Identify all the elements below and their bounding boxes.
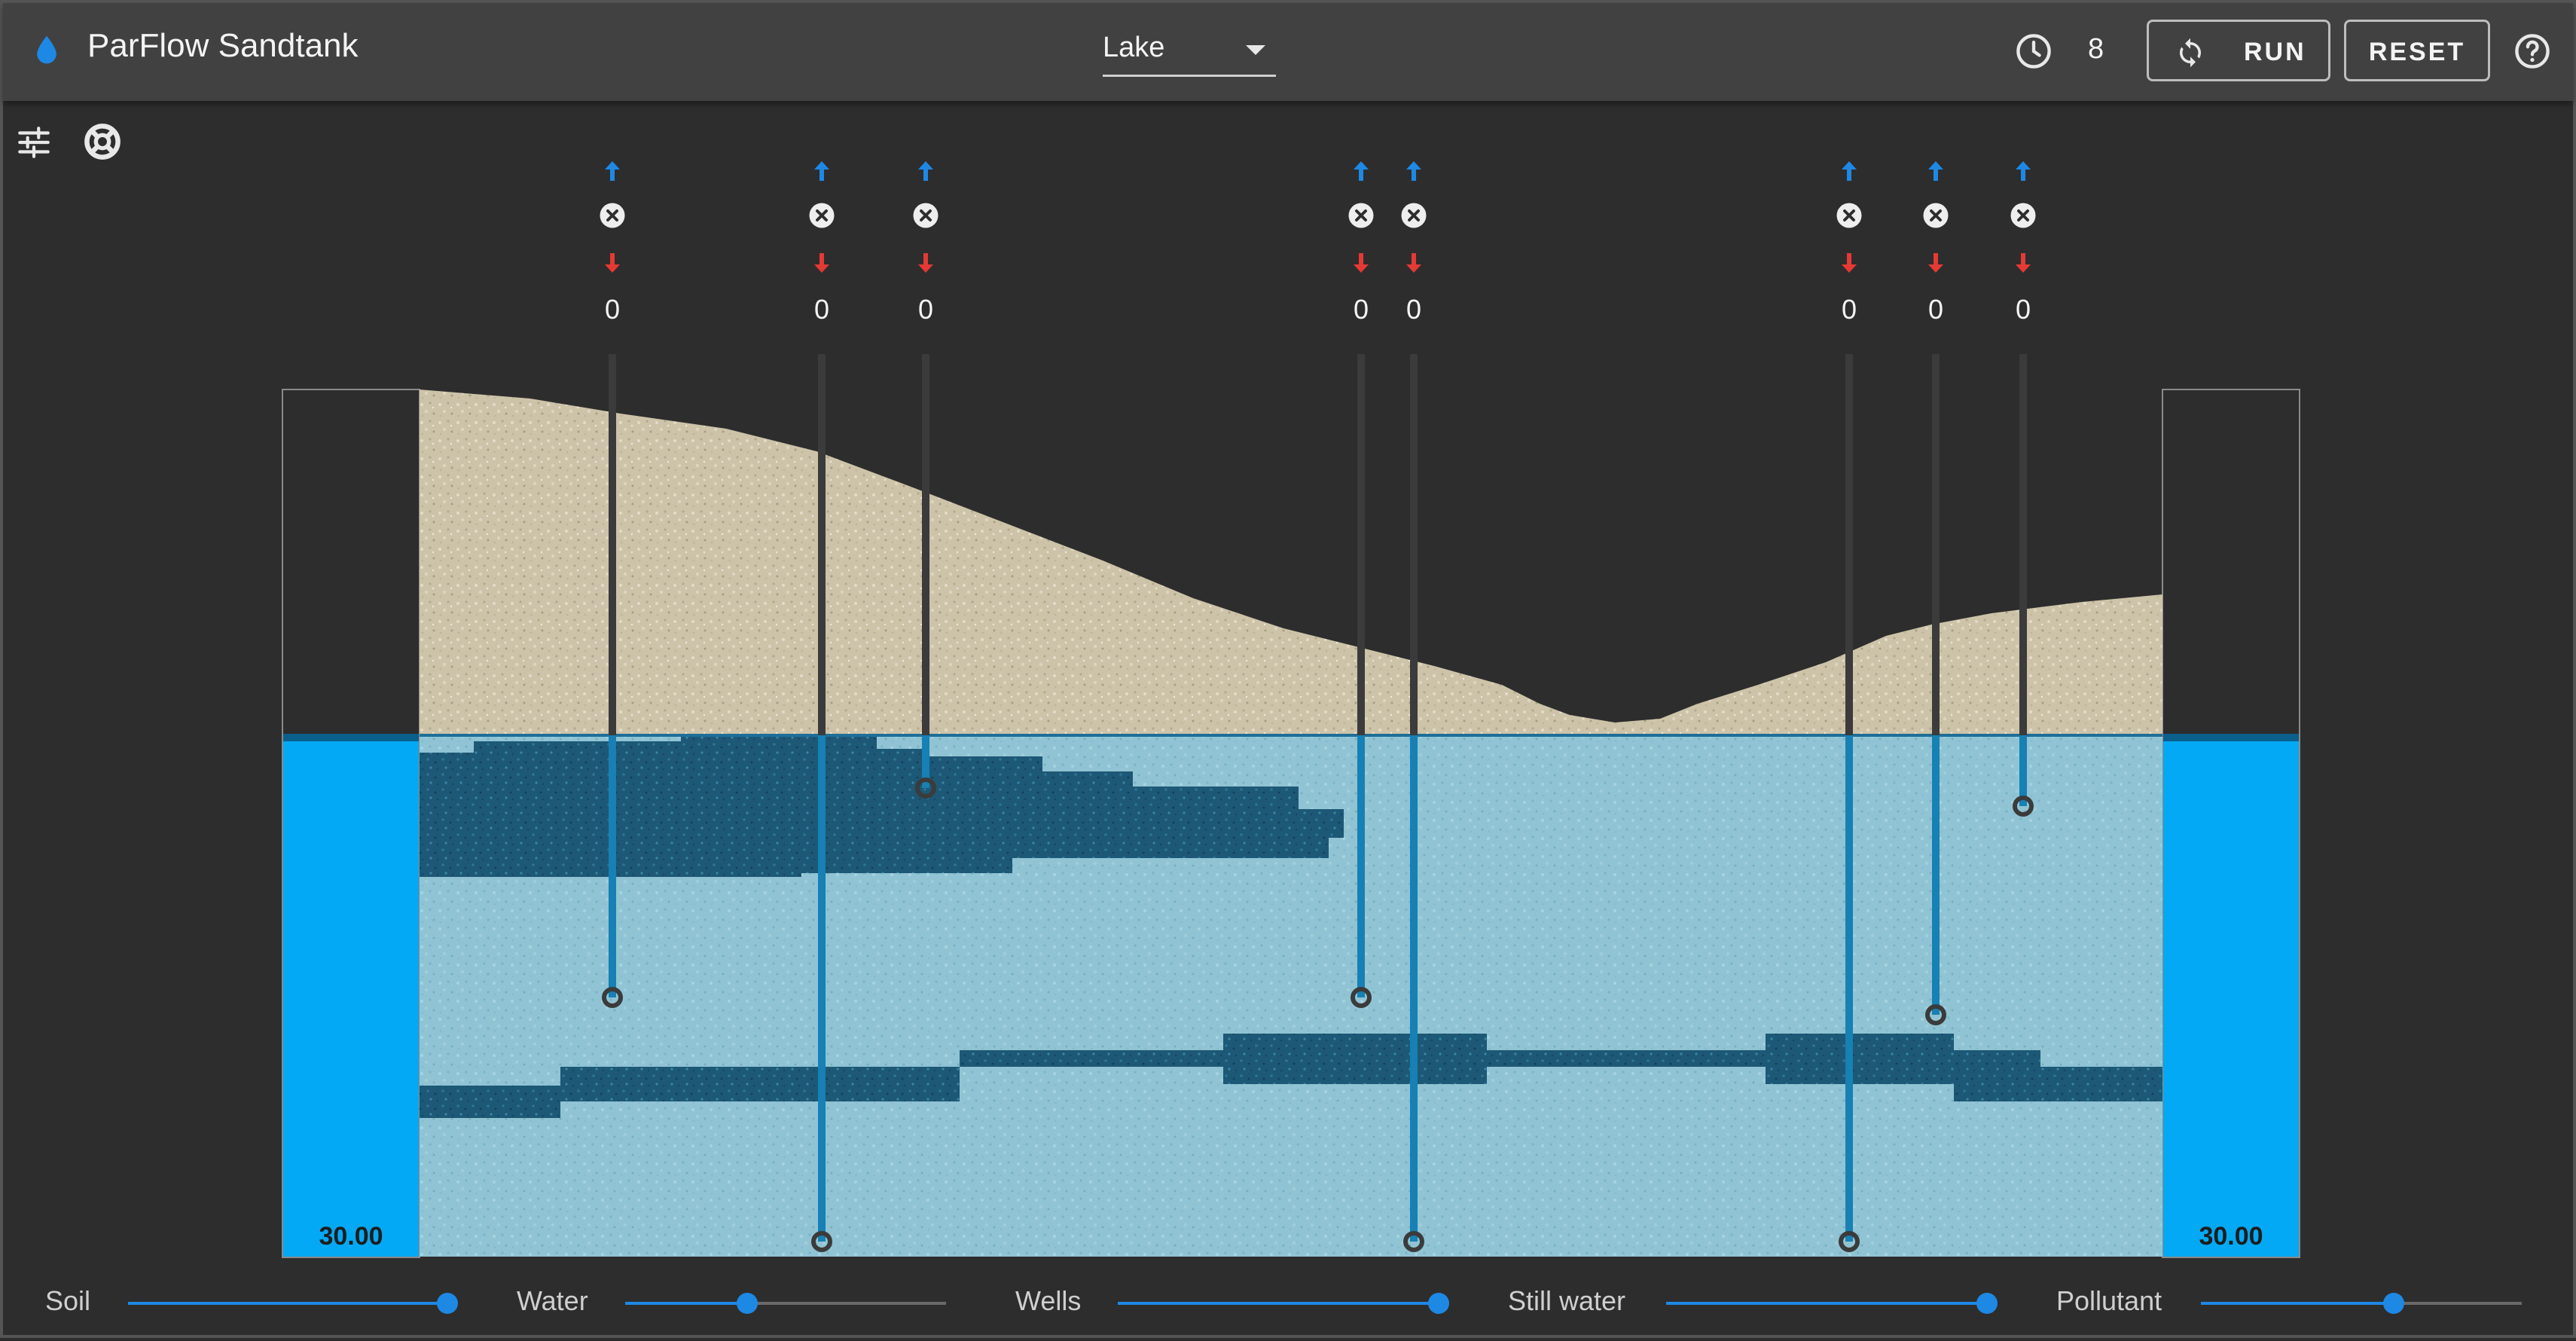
parameter-sliders: Soil Water Wells Still water Pollutant — [3, 1269, 2573, 1336]
close-circle-icon[interactable] — [808, 202, 835, 229]
arrow-down-icon[interactable] — [1927, 252, 1945, 274]
well-pump-rate: 0 — [1841, 294, 1857, 325]
well-pump-rate: 0 — [1406, 294, 1422, 325]
pollutant-slider-fill — [2201, 1302, 2394, 1305]
arrow-down-icon[interactable] — [1405, 252, 1423, 274]
arrow-down-icon[interactable] — [1352, 252, 1370, 274]
arrow-up-icon[interactable] — [1927, 160, 1945, 182]
slider-label-water: Water — [517, 1285, 588, 1316]
well-pump-rate: 0 — [1353, 294, 1369, 325]
wells-slider-fill — [1118, 1302, 1439, 1305]
arrow-up-icon[interactable] — [603, 160, 621, 182]
scenario-select[interactable]: Lake — [1103, 26, 1276, 77]
still-water-slider-thumb[interactable] — [1976, 1293, 1998, 1314]
right-tank-water-surface — [2163, 734, 2299, 741]
run-button-label: RUN — [2244, 38, 2306, 66]
water-drop-icon — [37, 35, 56, 64]
lifebuoy-icon[interactable] — [83, 122, 122, 161]
clock-icon — [2016, 34, 2051, 69]
well-control-5: 0 — [1391, 160, 1436, 333]
chevron-down-icon — [1246, 45, 1265, 55]
well-control-4: 0 — [1338, 160, 1384, 333]
arrow-down-icon[interactable] — [813, 252, 831, 274]
water-slider-thumb[interactable] — [736, 1293, 758, 1314]
soil-slider-fill — [128, 1302, 447, 1305]
run-button[interactable]: RUN — [2147, 20, 2330, 81]
arrow-down-icon[interactable] — [917, 252, 935, 274]
right-tank-water — [2163, 735, 2299, 1257]
well-control-7: 0 — [1913, 160, 1958, 333]
top-app-bar: ParFlow Sandtank Lake 8 RUN RESET — [3, 3, 2573, 101]
arrow-up-icon[interactable] — [1840, 160, 1858, 182]
sandtank-scene: 30.00 30.00 — [282, 354, 2300, 1258]
slider-label-pollutant: Pollutant — [2056, 1285, 2162, 1316]
pollutant-slider-thumb[interactable] — [2382, 1293, 2404, 1314]
well-pump-rate: 0 — [604, 294, 621, 325]
arrow-down-icon[interactable] — [2014, 252, 2032, 274]
arrow-up-icon[interactable] — [917, 160, 935, 182]
soil-slider-thumb[interactable] — [437, 1293, 458, 1314]
close-circle-icon[interactable] — [599, 202, 626, 229]
arrow-up-icon[interactable] — [1405, 160, 1423, 182]
wells-slider-thumb[interactable] — [1428, 1293, 1449, 1314]
well-control-8: 0 — [2001, 160, 2046, 333]
water-slider-fill — [625, 1302, 747, 1305]
arrow-up-icon[interactable] — [2014, 160, 2032, 182]
arrow-down-icon[interactable] — [603, 252, 621, 274]
right-tank-value: 30.00 — [2199, 1222, 2263, 1251]
close-circle-icon[interactable] — [1348, 202, 1375, 229]
slider-label-wells: Wells — [1015, 1285, 1082, 1316]
left-tank-value: 30.00 — [319, 1222, 383, 1251]
well-pump-rate: 0 — [2015, 294, 2031, 325]
arrow-up-icon[interactable] — [1352, 160, 1370, 182]
scenario-select-value: Lake — [1103, 32, 1165, 63]
refresh-icon — [2180, 38, 2201, 68]
still-water-slider[interactable] — [1666, 1293, 1998, 1314]
slider-label-still-water: Still water — [1508, 1285, 1626, 1316]
close-circle-icon[interactable] — [912, 202, 939, 229]
well-control-2: 0 — [799, 160, 844, 333]
arrow-down-icon[interactable] — [1840, 252, 1858, 274]
soil-slider[interactable] — [128, 1293, 458, 1314]
water-slider[interactable] — [625, 1293, 946, 1314]
left-tank-water-surface — [283, 734, 419, 741]
well-pump-rate: 0 — [917, 294, 934, 325]
well-pump-rate: 0 — [1927, 294, 1944, 325]
dry-sand-terrain — [420, 389, 2162, 735]
reset-button-label: RESET — [2368, 38, 2466, 66]
reset-button[interactable]: RESET — [2344, 20, 2490, 81]
still-water-slider-fill — [1666, 1302, 1987, 1305]
app-title: ParFlow Sandtank — [87, 27, 359, 64]
arrow-up-icon[interactable] — [813, 160, 831, 182]
well-control-6: 0 — [1827, 160, 1872, 333]
left-tank-water — [283, 735, 419, 1257]
close-circle-icon[interactable] — [1922, 202, 1949, 229]
close-circle-icon[interactable] — [2010, 202, 2037, 229]
well-control-3: 0 — [903, 160, 948, 333]
close-circle-icon[interactable] — [1836, 202, 1863, 229]
close-circle-icon[interactable] — [1400, 202, 1427, 229]
settings-sliders-icon[interactable] — [15, 124, 53, 161]
well-pump-rate: 0 — [813, 294, 830, 325]
slider-label-soil: Soil — [45, 1285, 91, 1316]
help-icon[interactable] — [2513, 32, 2552, 71]
well-control-1: 0 — [590, 160, 635, 333]
time-step-count: 8 — [2088, 33, 2104, 65]
app-window: ParFlow Sandtank Lake 8 RUN RESET 30.00 … — [0, 0, 2576, 1338]
wells-slider[interactable] — [1118, 1293, 1449, 1314]
pollutant-slider[interactable] — [2201, 1293, 2522, 1314]
